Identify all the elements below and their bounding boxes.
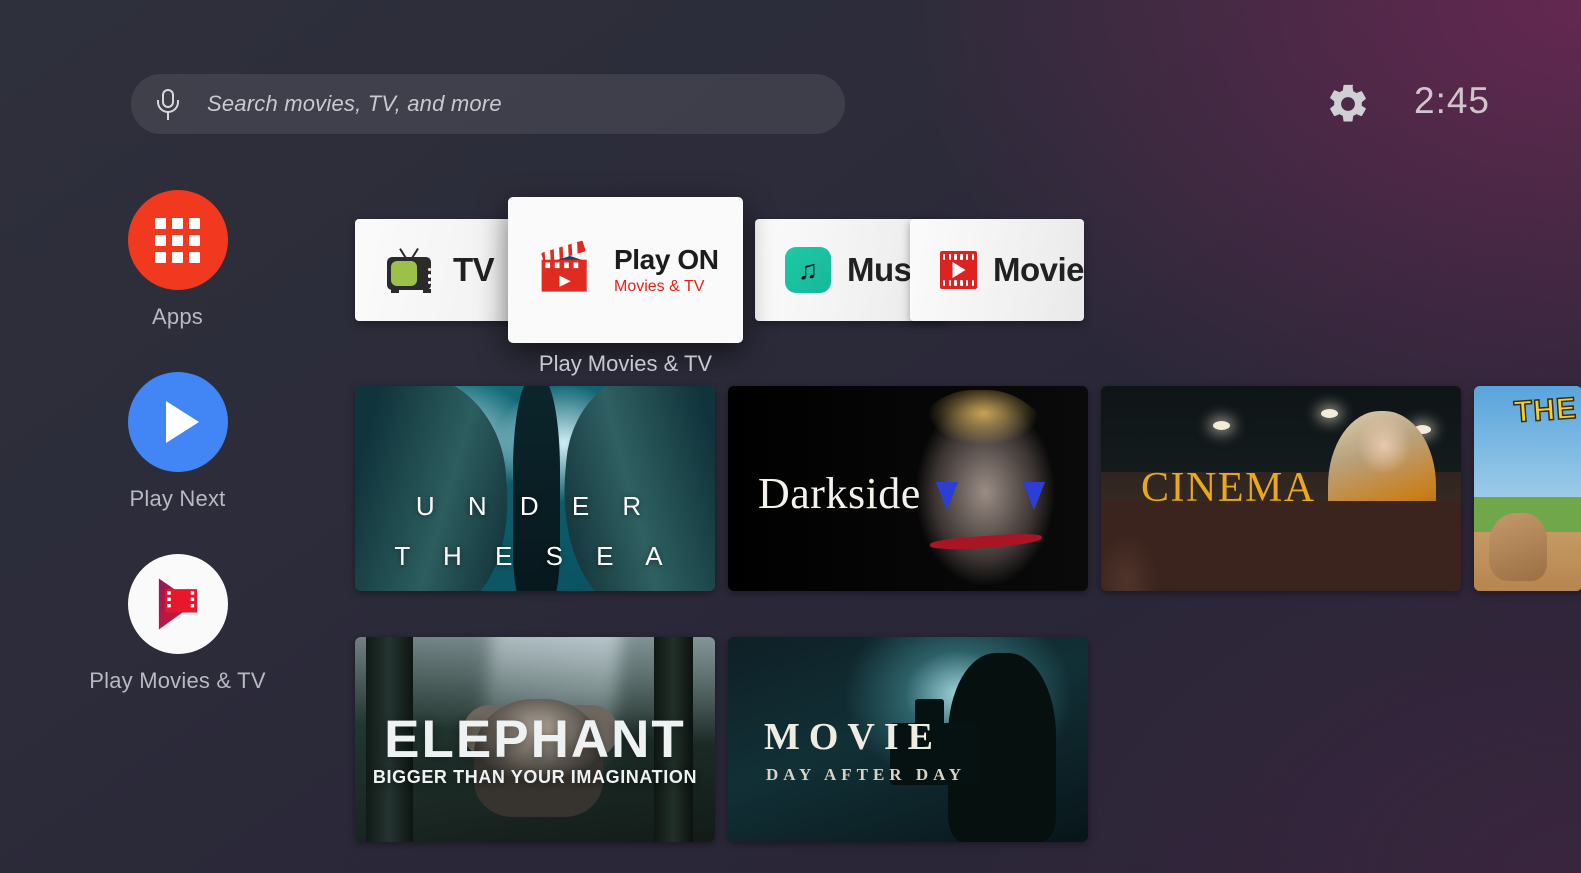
- sidebar-item-label: Apps: [152, 304, 203, 329]
- card-title: U N D E R: [415, 491, 655, 521]
- sidebar-item-apps[interactable]: Apps: [0, 190, 355, 330]
- film-strip-play-icon: [940, 251, 977, 289]
- content-card-darkside[interactable]: Darkside: [728, 386, 1088, 591]
- card-subtitle: DAY AFTER DAY: [766, 765, 967, 784]
- gear-icon[interactable]: [1325, 81, 1371, 127]
- card-title: MOVIE: [764, 716, 942, 758]
- app-tile-play-on-focused[interactable]: Play ON Movies & TV: [508, 197, 743, 343]
- sidebar: Apps Play Next Play Movies & TV: [0, 190, 355, 736]
- apps-grid-icon: [127, 190, 228, 290]
- card-subtitle: BIGGER THAN YOUR IMAGINATION: [372, 767, 698, 787]
- sidebar-item-label: Play Movies & TV: [89, 668, 266, 693]
- app-tile-label: TV: [453, 251, 495, 288]
- content-card-cinema[interactable]: CINEMA: [1101, 386, 1461, 591]
- sidebar-item-play-movies-tv[interactable]: Play Movies & TV: [0, 554, 355, 694]
- card-title: THE: [1512, 391, 1579, 430]
- clapperboard-icon: [534, 239, 600, 301]
- microphone-icon: [157, 87, 179, 121]
- clock: 2:45: [1414, 80, 1491, 121]
- content-card-under-the-sea[interactable]: U N D E R T H E S E A: [355, 386, 715, 591]
- card-title: Darkside: [758, 469, 921, 518]
- content-card-movie-day-after-day[interactable]: MOVIE DAY AFTER DAY: [728, 637, 1088, 842]
- focused-app-label: Play Movies & TV: [538, 351, 713, 376]
- play-on-title: Play ON: [614, 243, 719, 275]
- play-triangle-icon: [127, 372, 228, 472]
- search-placeholder: Search movies, TV, and more: [207, 91, 502, 116]
- top-bar: Search movies, TV, and more 2:45: [0, 0, 1581, 180]
- content-card-elephant[interactable]: ELEPHANT BIGGER THAN YOUR IMAGINATION: [355, 637, 715, 842]
- search-input[interactable]: Search movies, TV, and more: [131, 74, 845, 134]
- card-title: ELEPHANT: [384, 710, 686, 769]
- retro-tv-icon: [385, 247, 437, 293]
- app-tile-label: Movie: [992, 251, 1085, 288]
- card-subtitle: T H E S E A: [394, 541, 676, 571]
- play-movies-tv-logo-icon: [127, 554, 228, 654]
- music-note-icon: ♫: [785, 247, 831, 293]
- content-rows: U N D E R T H E S E A Darkside CINEMA TH…: [355, 386, 1581, 873]
- sidebar-item-play-next[interactable]: Play Next: [0, 372, 355, 512]
- content-row: ELEPHANT BIGGER THAN YOUR IMAGINATION MO…: [355, 637, 1581, 842]
- content-card-baseball[interactable]: THE: [1474, 386, 1581, 591]
- play-on-subtitle: Movies & TV: [614, 278, 705, 296]
- sidebar-item-label: Play Next: [129, 486, 226, 511]
- app-tile-movie[interactable]: Movie: [910, 219, 1085, 321]
- content-row: U N D E R T H E S E A Darkside CINEMA TH…: [355, 386, 1581, 591]
- card-title: CINEMA: [1141, 465, 1316, 511]
